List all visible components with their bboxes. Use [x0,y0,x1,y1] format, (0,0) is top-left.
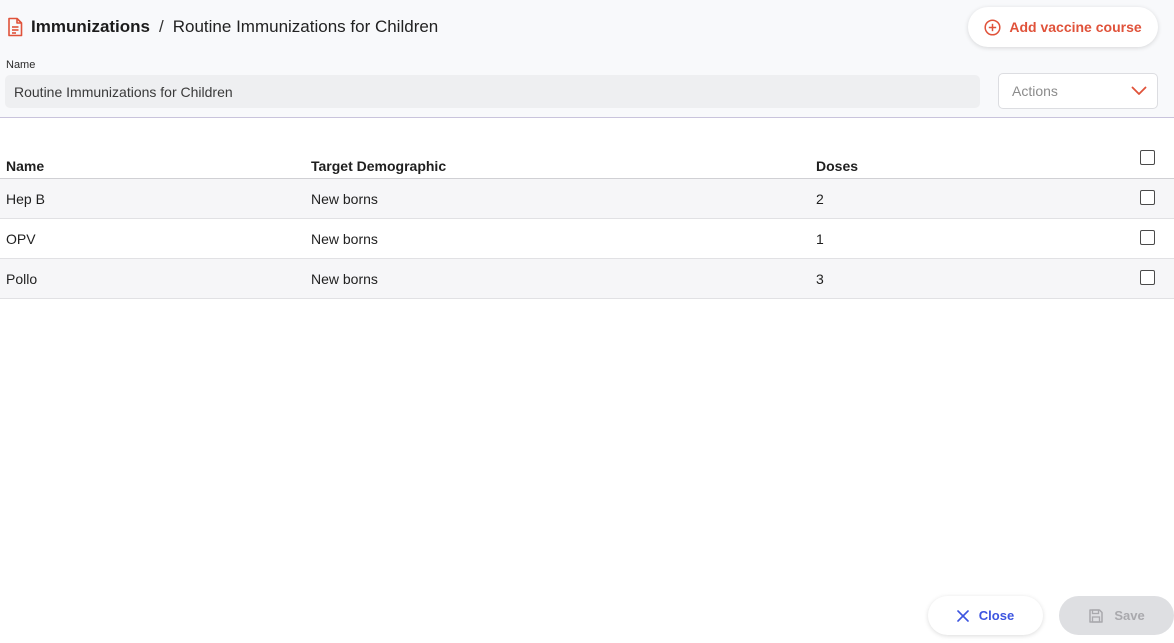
page-header: Immunizations / Routine Immunizations fo… [0,0,1174,118]
column-header-doses[interactable]: Doses [816,158,858,174]
close-icon [956,609,969,622]
column-header-name[interactable]: Name [6,158,44,174]
row-checkbox[interactable] [1140,190,1155,205]
document-icon [6,17,24,37]
add-vaccine-course-label: Add vaccine course [1009,19,1142,35]
table-row[interactable]: Hep B New borns 2 [0,179,1174,219]
chevron-down-icon [1131,86,1147,96]
save-button[interactable]: Save [1059,596,1174,635]
breadcrumb-separator: / [159,17,164,36]
cell-target-demographic: New borns [311,231,378,247]
actions-dropdown-label: Actions [1012,83,1058,99]
column-header-target-demographic[interactable]: Target Demographic [311,158,446,174]
table-row[interactable]: OPV New borns 1 [0,219,1174,259]
cell-target-demographic: New borns [311,271,378,287]
cell-doses: 1 [816,231,824,247]
cell-name: Hep B [6,191,45,207]
cell-name: Pollo [6,271,38,287]
breadcrumb-root[interactable]: Immunizations [31,17,150,37]
row-checkbox[interactable] [1140,270,1155,285]
table-header: Name Target Demographic Doses [0,145,1174,179]
add-vaccine-course-button[interactable]: Add vaccine course [968,7,1158,47]
cell-doses: 2 [816,191,824,207]
breadcrumb: Immunizations / Routine Immunizations fo… [6,16,438,38]
plus-circle-icon [984,18,1001,36]
row-checkbox[interactable] [1140,230,1155,245]
actions-dropdown[interactable]: Actions [998,73,1158,109]
cell-name: OPV [6,231,36,247]
cell-target-demographic: New borns [311,191,378,207]
close-button-label: Close [978,608,1015,623]
vaccine-table: Name Target Demographic Doses Hep B New … [0,145,1174,299]
save-button-label: Save [1114,608,1145,623]
table-row[interactable]: Pollo New borns 3 [0,259,1174,299]
name-field-label: Name [6,59,36,71]
close-button[interactable]: Close [928,596,1043,635]
name-input[interactable] [5,75,980,108]
save-disk-icon [1088,608,1104,624]
page-title: Routine Immunizations for Children [172,17,439,36]
select-all-checkbox[interactable] [1140,150,1155,165]
cell-doses: 3 [816,271,824,287]
